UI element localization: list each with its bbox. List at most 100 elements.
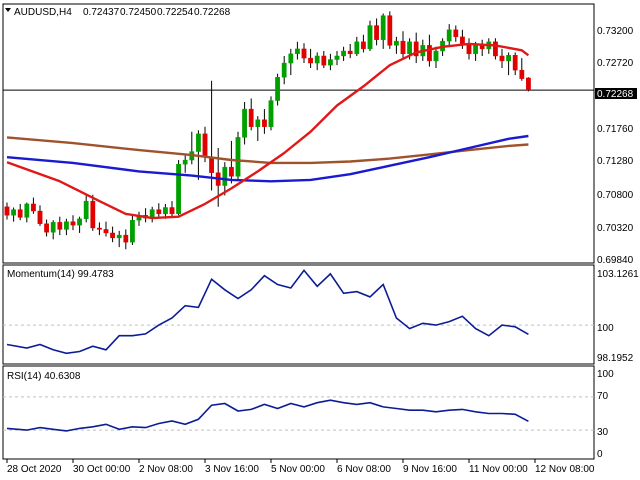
candle-body [169,207,175,215]
time-label: 28 Oct 2020 [7,464,62,475]
candle-body [156,209,162,215]
momentum-tick-bottom: 98.1952 [597,353,634,364]
momentum-title: Momentum(14) 99.4783 [7,269,114,280]
open-value: 0.72437 [83,7,120,18]
candle-body [526,77,531,91]
price-tick-6: 0.70320 [597,223,634,234]
candle-body [519,69,525,79]
candle-body [77,218,83,226]
candle-body [182,159,188,165]
rsi-tick-100: 100 [597,369,614,380]
candle-body [222,166,228,186]
price-tick-1: 0.72720 [597,58,634,69]
candle-body [37,210,43,224]
time-label: 3 Nov 16:00 [205,464,259,475]
candle-body [123,234,129,243]
price-tick-5: 0.70800 [597,190,634,201]
candle-body [11,209,16,216]
candle-body [499,55,505,62]
price-tick-7: 0.69840 [597,255,634,266]
candle-body [374,25,379,40]
candle-body [446,29,452,42]
candle-body [506,55,511,62]
candle-body [17,209,23,218]
candle-body [83,200,89,220]
price-axis: 0.73200 0.72720 0.72268 0.71760 0.71280 … [595,26,637,266]
candle-body [433,50,439,62]
candle-body [427,45,432,62]
candle-body [195,133,201,152]
candle-body [407,41,412,55]
candle-body [50,222,56,233]
time-label: 12 Nov 08:00 [535,464,595,475]
candle-body [354,41,360,55]
candle-body [90,200,96,229]
candle-body [387,15,393,46]
candle-body [116,234,122,239]
candle-body [162,207,168,215]
price-tick-0: 0.73200 [597,26,634,37]
time-axis: 28 Oct 2020 30 Oct 00:00 2 Nov 08:00 3 Nov … [6,459,595,475]
close-value: 0.72268 [194,7,231,18]
candle-body [308,57,313,64]
time-label: 6 Nov 08:00 [337,464,391,475]
candle-body [202,133,208,158]
candle-body [63,221,69,230]
rsi-tick-0: 0 [597,449,603,460]
candle-body [248,108,254,127]
candle-body [473,45,478,55]
candle-body [453,29,459,38]
candle-body [281,62,287,78]
candle-body [301,48,307,59]
candle-body [334,55,340,60]
candle-body [314,55,320,64]
candle-body [57,222,63,230]
time-label: 30 Oct 00:00 [73,464,131,475]
candle-body [110,232,116,239]
time-label: 2 Nov 08:00 [139,464,193,475]
candle-body [209,157,214,173]
price-tick-4: 0.71280 [597,156,634,167]
candle-body [70,221,76,226]
candle-body [400,40,406,55]
symbol-label: AUDUSD,H4 [14,7,72,18]
candle-body [341,50,346,57]
candle-body [321,55,327,66]
candle-body [367,25,373,50]
candle-body [4,206,10,216]
candle-body [493,41,498,57]
candle-body [228,166,234,177]
candle-body [394,40,399,46]
high-value: 0.72450 [120,7,157,18]
rsi-tick-30: 30 [597,427,609,438]
candle-body [347,50,353,55]
candle-body [24,203,30,218]
low-value: 0.72254 [157,7,194,18]
rsi-title: RSI(14) 40.6308 [7,371,81,382]
momentum-tick-mid: 100 [597,323,614,334]
price-tick-3: 0.71760 [597,124,634,135]
candle-body [288,53,294,64]
candle-body [44,223,50,233]
candle-body [380,15,386,40]
current-price-label: 0.72268 [597,89,634,100]
candle-body [268,100,274,127]
candle-body [295,48,300,55]
candle-body [96,227,102,230]
candle-body [129,220,135,243]
time-label: 9 Nov 16:00 [403,464,457,475]
candle-body [361,41,366,50]
time-label: 11 Nov 00:00 [469,464,528,475]
candle-body [31,203,36,212]
time-label: 5 Nov 00:00 [271,464,325,475]
candle-body [176,164,181,215]
candle-body [103,229,109,234]
rsi-panel[interactable] [2,365,595,460]
trading-chart: 0.73200 0.72720 0.72268 0.71760 0.71280 … [2,3,639,475]
candle-body [512,55,518,71]
candle-body [275,77,280,101]
candle-body [328,59,333,66]
rsi-tick-70: 70 [597,391,609,402]
candle-body [235,137,241,177]
candle-body [460,36,465,45]
